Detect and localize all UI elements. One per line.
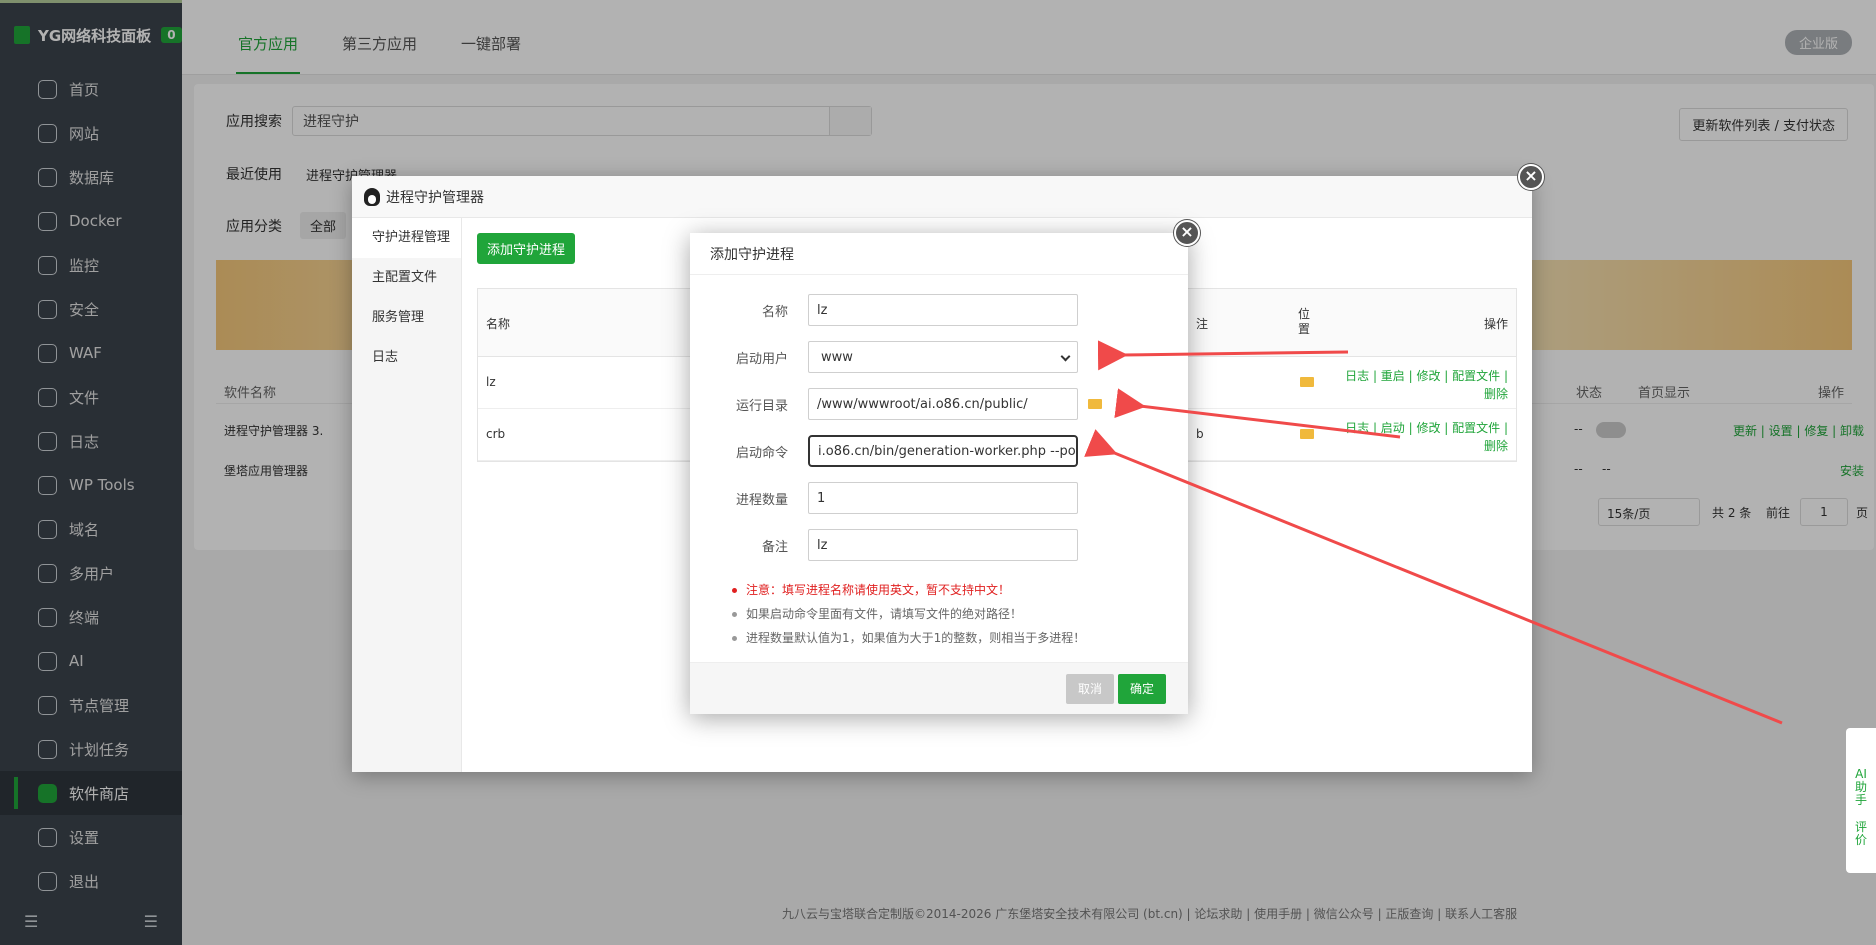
arrow-to-command	[1084, 429, 1783, 725]
annotation-arrows	[1084, 340, 1783, 725]
arrow-to-directory	[1114, 388, 1401, 439]
arrow-to-user	[1097, 340, 1349, 371]
